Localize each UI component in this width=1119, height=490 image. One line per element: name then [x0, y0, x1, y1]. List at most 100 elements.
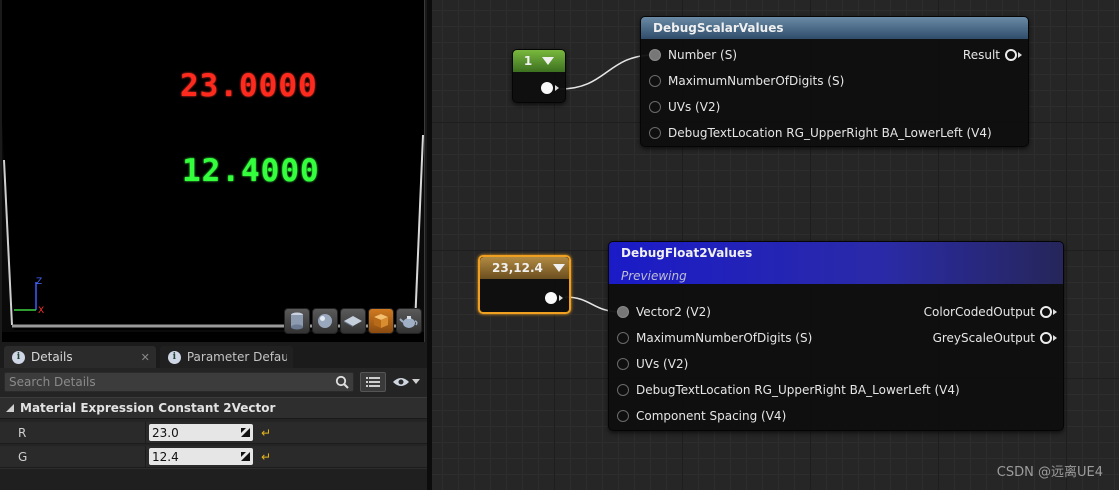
output-pin-icon	[1040, 306, 1052, 318]
preview-viewport[interactable]: 23.0000 12.4000 Z X	[2, 0, 425, 342]
node-title: DebugScalarValues	[641, 17, 1028, 39]
input-pin-icon	[649, 75, 661, 87]
property-label: G	[0, 446, 146, 467]
collapse-triangle-icon[interactable]	[542, 57, 555, 65]
input-pin-icon	[649, 127, 661, 139]
output-pin[interactable]	[545, 292, 563, 304]
pin-label: DebugTextLocation RG_UpperRight BA_Lower…	[636, 383, 960, 397]
g-value: 12.4	[152, 449, 179, 464]
info-icon: i	[167, 350, 181, 364]
input-pin-icon	[617, 410, 629, 422]
axis-gizmo: Z X	[14, 277, 44, 316]
sphere-icon[interactable]	[312, 308, 338, 334]
input-pin-icon	[617, 306, 629, 318]
pin-label: Component Spacing (V4)	[636, 409, 787, 423]
pin-label: Number (S)	[668, 48, 737, 62]
constant-scalar-node[interactable]: 1	[512, 49, 566, 103]
drag-handle-icon[interactable]	[241, 428, 250, 437]
constant-value: 1	[523, 54, 533, 68]
details-search-row	[4, 371, 424, 393]
node-subtitle: Previewing	[621, 269, 687, 283]
green-channel-value: 12.4000	[182, 153, 320, 189]
constant-vector2-node[interactable]: 23,12.4	[478, 255, 571, 314]
input-pin-icon	[617, 332, 629, 344]
output-arrow-icon	[559, 295, 563, 301]
input-pin-icon	[649, 101, 661, 113]
tab-parameter-defaults[interactable]: i Parameter Default:	[159, 346, 293, 368]
pin-label: MaximumNumberOfDigits (S)	[636, 331, 813, 345]
tab-label: Details	[31, 350, 73, 364]
output-pin-greyscale[interactable]: GreyScaleOutput	[933, 331, 1057, 345]
input-pin-uvs[interactable]: UVs (V2)	[641, 96, 1028, 118]
material-graph-canvas[interactable]: 1 23,12.4 DebugScalarValues Number (S) R…	[432, 0, 1119, 490]
tab-label: Parameter Default:	[186, 350, 287, 364]
search-field	[4, 372, 354, 392]
debug-float2-values-node[interactable]: DebugFloat2Values Previewing Vector2 (V2…	[608, 241, 1064, 431]
pin-label: UVs (V2)	[668, 100, 721, 114]
search-input[interactable]	[9, 375, 335, 389]
input-pin-uvs[interactable]: UVs (V2)	[609, 353, 1063, 375]
chevron-down-icon	[412, 379, 420, 384]
watermark: CSDN @远离UE4	[996, 465, 1103, 480]
node-header: 1	[513, 50, 565, 72]
input-pin-max-digits[interactable]: MaximumNumberOfDigits (S) GreyScaleOutpu…	[609, 327, 1063, 349]
collapse-triangle-icon[interactable]	[552, 264, 565, 272]
drag-handle-icon[interactable]	[241, 452, 250, 461]
debug-scalar-values-node[interactable]: DebugScalarValues Number (S) Result Maxi…	[640, 16, 1029, 147]
cube-icon[interactable]	[368, 308, 394, 334]
property-row-r: R 23.0 ↵	[0, 422, 427, 444]
output-arrow-icon	[1018, 52, 1022, 58]
property-row-g: G 12.4 ↵	[0, 446, 427, 468]
node-header: 23,12.4	[480, 257, 569, 279]
visibility-filter-button[interactable]	[392, 376, 420, 388]
teapot-icon[interactable]	[396, 308, 422, 334]
close-icon[interactable]: ✕	[141, 351, 150, 364]
constant-value: 23,12.4	[492, 261, 543, 275]
plane-icon[interactable]	[340, 308, 366, 334]
details-tab-bar: i Details ✕ i Parameter Default:	[0, 342, 427, 368]
pin-label: DebugTextLocation RG_UpperRight BA_Lower…	[668, 126, 992, 140]
tab-details[interactable]: i Details ✕	[4, 346, 156, 368]
pin-label: MaximumNumberOfDigits (S)	[668, 74, 845, 88]
category-header[interactable]: Material Expression Constant 2Vector	[0, 397, 427, 419]
view-options-button[interactable]	[360, 372, 386, 392]
input-pin-text-location[interactable]: DebugTextLocation RG_UpperRight BA_Lower…	[641, 122, 1028, 144]
list-icon	[366, 377, 380, 387]
input-pin-max-digits[interactable]: MaximumNumberOfDigits (S)	[641, 70, 1028, 92]
red-channel-value: 23.0000	[180, 68, 318, 104]
input-pin-number[interactable]: Number (S) Result	[641, 44, 1028, 66]
input-pin-vector2[interactable]: Vector2 (V2) ColorCodedOutput	[609, 301, 1063, 323]
category-title: Material Expression Constant 2Vector	[20, 401, 276, 415]
search-icon[interactable]	[335, 375, 349, 389]
details-empty-area	[0, 468, 427, 490]
input-pin-icon	[649, 49, 661, 61]
input-pin-component-spacing[interactable]: Component Spacing (V4)	[609, 405, 1063, 427]
r-value-field[interactable]: 23.0	[149, 424, 253, 441]
output-arrow-icon	[555, 85, 559, 91]
collapse-arrow-icon	[6, 404, 14, 412]
z-axis-label: Z	[36, 277, 42, 287]
output-pin-color-coded[interactable]: ColorCodedOutput	[924, 305, 1057, 319]
details-panel: i Details ✕ i Parameter Default:	[0, 342, 427, 490]
output-pin-icon	[1005, 49, 1017, 61]
g-value-field[interactable]: 12.4	[149, 448, 253, 465]
pin-label: ColorCodedOutput	[923, 305, 1035, 319]
input-pin-text-location[interactable]: DebugTextLocation RG_UpperRight BA_Lower…	[609, 379, 1063, 401]
output-pin-icon	[1040, 332, 1052, 344]
output-pin-result[interactable]: Result	[963, 48, 1022, 62]
eye-icon	[393, 378, 409, 386]
output-arrow-icon	[1053, 309, 1057, 315]
pin-label: Result	[962, 48, 1000, 62]
output-pin-icon	[545, 292, 557, 304]
output-pin-icon	[541, 82, 553, 94]
pin-label: Vector2 (V2)	[636, 305, 711, 319]
input-pin-icon	[617, 384, 629, 396]
reset-to-default-icon[interactable]: ↵	[261, 450, 271, 464]
reset-to-default-icon[interactable]: ↵	[261, 426, 271, 440]
pin-label: UVs (V2)	[636, 357, 689, 371]
output-pin[interactable]	[541, 82, 559, 94]
cylinder-icon[interactable]	[284, 308, 310, 334]
node-title: DebugFloat2Values	[621, 246, 753, 260]
node-header: DebugFloat2Values Previewing	[609, 242, 1063, 284]
preview-shape-toolbar	[284, 308, 422, 336]
